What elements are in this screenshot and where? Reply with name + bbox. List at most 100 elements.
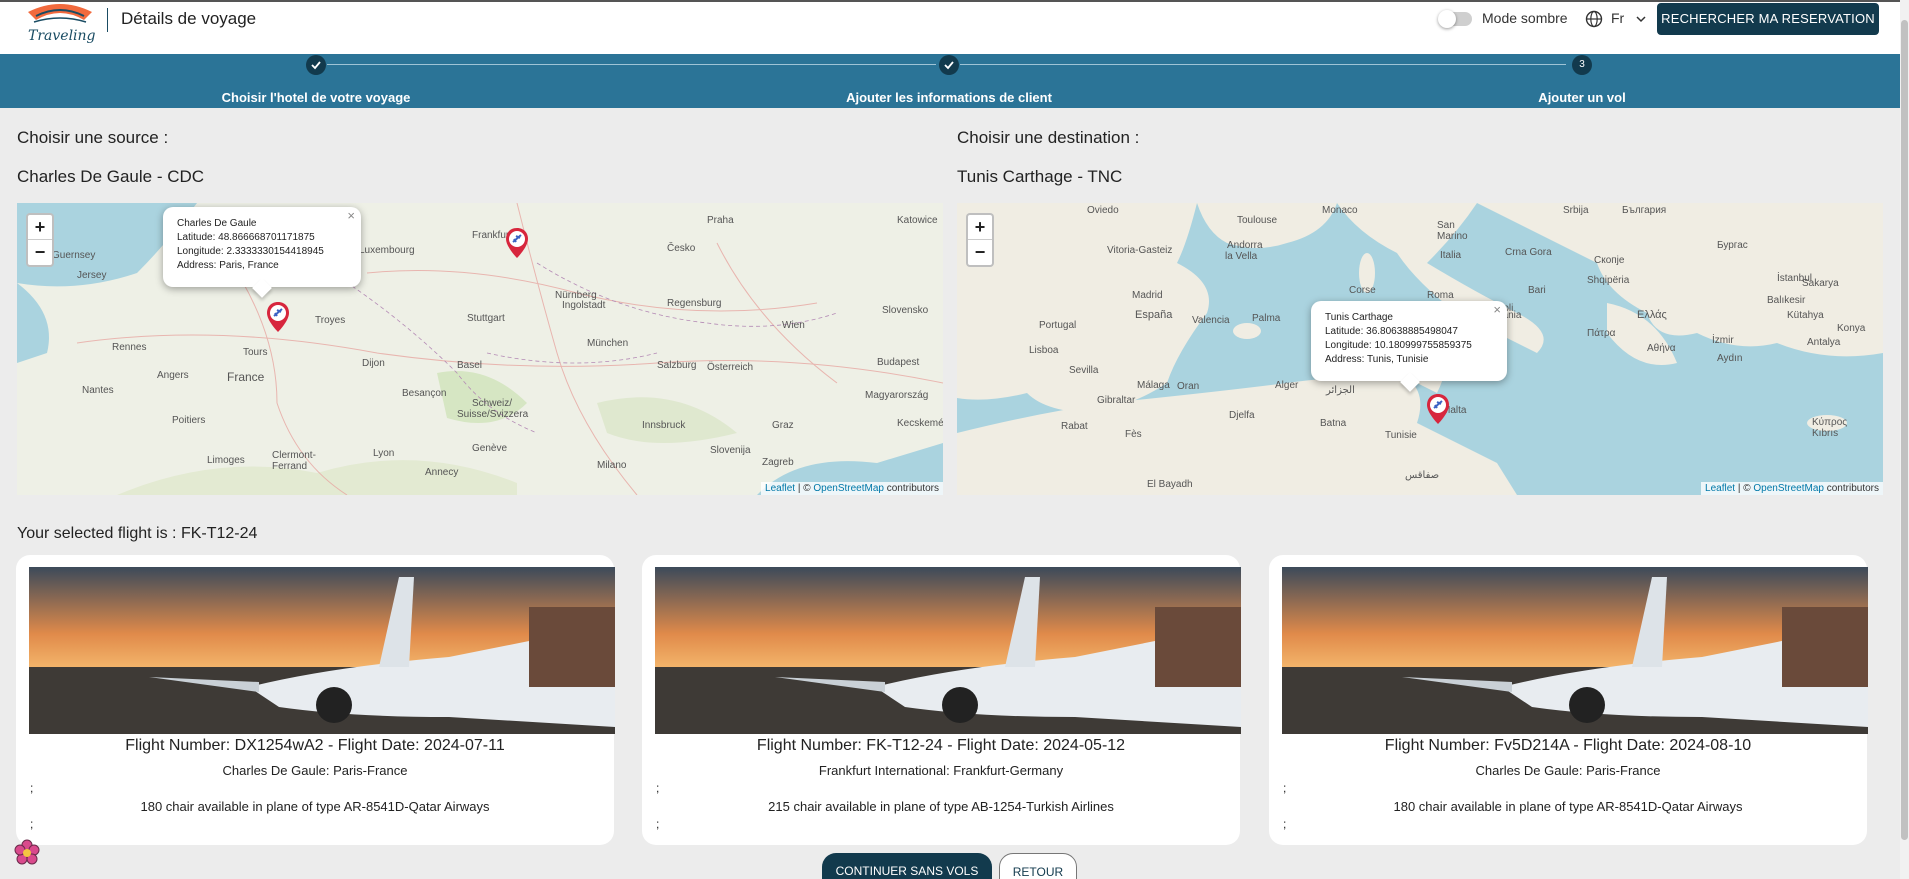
selected-flight-text: Your selected flight is : FK-T12-24 <box>17 525 258 542</box>
svg-text:Fès: Fès <box>1125 429 1142 440</box>
continue-without-flights-button[interactable]: CONTINUER SANS VOLS <box>822 853 992 879</box>
step-2-done-icon[interactable] <box>939 55 959 75</box>
svg-text:Vitoria-Gasteiz: Vitoria-Gasteiz <box>1107 245 1172 256</box>
svg-text:Portugal: Portugal <box>1039 320 1076 331</box>
step-connector <box>960 64 1566 65</box>
leaflet-link[interactable]: Leaflet <box>765 483 795 494</box>
globe-icon[interactable] <box>1585 10 1603 28</box>
svg-text:San: San <box>1437 220 1455 231</box>
popup-latitude: Latitude: 36.80638885498047 <box>1325 326 1458 337</box>
destination-airport-marker-icon[interactable] <box>1426 393 1450 425</box>
svg-text:Sevilla: Sevilla <box>1069 365 1099 376</box>
svg-text:Αθήνα: Αθήνα <box>1647 342 1676 354</box>
svg-text:Schweiz/: Schweiz/ <box>472 398 512 409</box>
svg-text:Бургас: Бургас <box>1717 240 1748 251</box>
svg-text:Suisse/Svizzera: Suisse/Svizzera <box>457 409 529 420</box>
svg-text:Andorra: Andorra <box>1227 240 1263 251</box>
dark-mode-toggle-knob[interactable] <box>1438 10 1456 28</box>
language-selector[interactable]: Fr <box>1611 10 1624 26</box>
step-2-label[interactable]: Ajouter les informations de client <box>846 90 1052 105</box>
osm-link[interactable]: OpenStreetMap <box>813 483 884 494</box>
svg-text:Antalya: Antalya <box>1807 337 1841 348</box>
page-scrollbar-thumb[interactable] <box>1901 20 1908 840</box>
react-devtools-icon[interactable] <box>12 838 42 868</box>
back-button[interactable]: RETOUR <box>999 853 1077 879</box>
svg-text:Angers: Angers <box>157 370 189 381</box>
svg-text:Rabat: Rabat <box>1061 421 1088 432</box>
svg-text:Limoges: Limoges <box>207 455 245 466</box>
svg-text:Annecy: Annecy <box>425 467 458 478</box>
source-zoom-in-button[interactable]: + <box>28 215 52 240</box>
leaflet-link[interactable]: Leaflet <box>1705 483 1735 494</box>
flight-card[interactable]: Flight Number: DX1254wA2 - Flight Date: … <box>16 555 615 845</box>
svg-text:Ferrand: Ferrand <box>272 461 307 472</box>
svg-text:Palma: Palma <box>1252 313 1281 324</box>
chevron-down-icon[interactable] <box>1634 12 1648 26</box>
source-selected: Charles De Gaule - CDC <box>17 167 205 186</box>
svg-text:Lyon: Lyon <box>373 448 394 459</box>
destination-zoom-in-button[interactable]: + <box>968 215 992 240</box>
svg-text:Shqipëria: Shqipëria <box>1587 275 1630 286</box>
svg-text:Alger: Alger <box>1275 380 1299 391</box>
step-connector <box>327 64 936 65</box>
svg-text:Madrid: Madrid <box>1132 290 1163 301</box>
svg-text:Poitiers: Poitiers <box>172 415 205 426</box>
popup-longitude: Longitude: 2.3333330154418945 <box>177 246 324 257</box>
popup-close-icon[interactable]: × <box>347 209 355 223</box>
destination-zoom-out-button[interactable]: − <box>968 240 992 265</box>
svg-text:Κύπρος: Κύπρος <box>1812 416 1847 428</box>
flight-info: 215 chair available in plane of type AB-… <box>768 799 1114 814</box>
airport-marker-icon[interactable] <box>505 227 529 259</box>
osm-link[interactable]: OpenStreetMap <box>1753 483 1824 494</box>
svg-text:Gibraltar: Gibraltar <box>1097 395 1136 406</box>
step-3-number[interactable]: 3 <box>1572 55 1592 75</box>
step-3-label[interactable]: Ajouter un vol <box>1538 90 1625 105</box>
destination-prompt: Choisir une destination : <box>957 128 1140 147</box>
step-1-label[interactable]: Choisir l'hotel de votre voyage <box>222 90 411 105</box>
svg-text:Bari: Bari <box>1528 285 1546 296</box>
svg-text:Slovenija: Slovenija <box>710 445 751 456</box>
popup-latitude: Latitude: 48.866668701171875 <box>177 232 315 243</box>
destination-map[interactable]: Oviedo Vitoria-Gasteiz Andorra la Vella … <box>957 203 1883 495</box>
source-airport-marker-icon[interactable] <box>266 301 290 333</box>
flight-airport: Frankfurt International: Frankfurt-Germa… <box>818 763 1064 778</box>
svg-text:Batna: Batna <box>1320 418 1347 429</box>
svg-text:Ελλάς: Ελλάς <box>1637 309 1667 321</box>
svg-text:Regensburg: Regensburg <box>667 298 721 309</box>
popup-address: Address: Paris, France <box>177 260 279 271</box>
svg-text:صفاقس: صفاقس <box>1405 470 1439 481</box>
svg-text:Luxembourg: Luxembourg <box>359 245 415 256</box>
svg-text:Oviedo: Oviedo <box>1087 205 1119 216</box>
svg-text:Magyarország: Magyarország <box>865 390 928 401</box>
destination-zoom-control: + − <box>966 213 994 267</box>
top-header: Traveling Détails de voyage Mode sombre … <box>0 0 1900 54</box>
svg-text:Marino: Marino <box>1437 231 1468 242</box>
flight-image <box>29 567 615 734</box>
svg-text:Tunisie: Tunisie <box>1385 430 1417 441</box>
svg-text:Rennes: Rennes <box>112 342 146 353</box>
source-zoom-out-button[interactable]: − <box>28 240 52 265</box>
svg-text:Aydın: Aydın <box>1717 353 1742 364</box>
svg-text:España: España <box>1135 309 1173 321</box>
svg-text:Milano: Milano <box>597 460 627 471</box>
source-map[interactable]: Praha Katowice Frankfurt Nürnberg Česko … <box>17 203 943 495</box>
svg-text:Monaco: Monaco <box>1322 205 1358 216</box>
svg-text:الجزائر: الجزائر <box>1325 385 1355 396</box>
flight-card[interactable]: Flight Number: Fv5D214A - Flight Date: 2… <box>1269 555 1868 845</box>
svg-text:Česko: Česko <box>667 241 696 254</box>
flight-title: Flight Number: Fv5D214A - Flight Date: 2… <box>1384 737 1752 754</box>
svg-text:Guernsey: Guernsey <box>52 250 95 261</box>
flight-card-selected[interactable]: Flight Number: FK-T12-24 - Flight Date: … <box>642 555 1241 845</box>
svg-text:Graz: Graz <box>772 420 794 431</box>
source-map-tiles[interactable]: Praha Katowice Frankfurt Nürnberg Česko … <box>17 203 943 495</box>
svg-text:Österreich: Österreich <box>707 361 753 373</box>
svg-text:Crna Gora: Crna Gora <box>1505 247 1552 258</box>
svg-text:Lisboa: Lisboa <box>1029 345 1059 356</box>
svg-text:France: France <box>227 370 265 384</box>
step-1-done-icon[interactable] <box>306 55 326 75</box>
flight-image <box>1282 567 1868 734</box>
search-reservation-button[interactable]: RECHERCHER MA RESERVATION <box>1657 3 1879 35</box>
popup-close-icon[interactable]: × <box>1493 303 1501 317</box>
svg-text:München: München <box>587 338 628 349</box>
svg-text:Roma: Roma <box>1427 290 1454 301</box>
